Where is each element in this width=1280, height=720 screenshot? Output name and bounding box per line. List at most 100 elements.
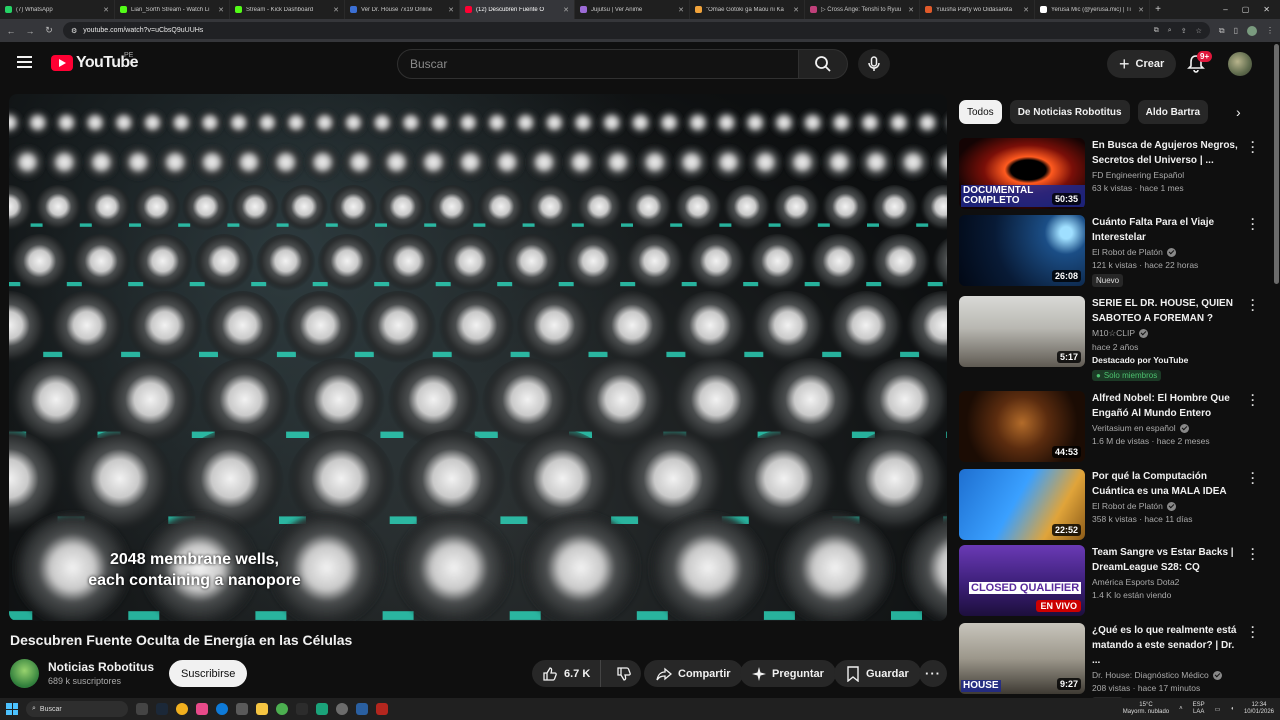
share-button[interactable]: Compartir xyxy=(644,660,743,687)
dislike-button[interactable] xyxy=(607,660,641,687)
menu-icon[interactable]: ⋮ xyxy=(1266,26,1274,35)
browser-tab[interactable]: "Omae Gotoki ga Maou ni Ka ✕ xyxy=(690,0,805,19)
video-thumbnail[interactable]: CLOSED QUALIFIER EN VIVO xyxy=(959,545,1085,616)
chrome-icon[interactable] xyxy=(276,703,288,715)
tab-close-icon[interactable]: ✕ xyxy=(333,6,339,14)
more-options-icon[interactable]: · · · xyxy=(1251,543,1255,565)
ask-button[interactable]: Preguntar xyxy=(740,660,836,687)
edge-icon[interactable] xyxy=(216,703,228,715)
tab-close-icon[interactable]: ✕ xyxy=(448,6,454,14)
save-button[interactable]: Guardar xyxy=(834,660,921,687)
video-thumbnail[interactable]: DOCUMENTAL COMPLETO 50:35 xyxy=(959,138,1085,209)
youtube-logo[interactable]: YouTube PE xyxy=(51,52,138,72)
browser-tab[interactable]: Yuusha Party wo Oidasareta ✕ xyxy=(920,0,1035,19)
recommended-video[interactable]: DOCUMENTAL COMPLETO 50:35 En Busca de Aguj… xyxy=(959,136,1264,210)
chip-todos[interactable]: Todos xyxy=(959,100,1002,124)
video-thumbnail[interactable]: 22:52 xyxy=(959,469,1085,540)
browser-tab[interactable]: Stream - Kick Dashboard ✕ xyxy=(230,0,345,19)
tab-close-icon[interactable]: ✕ xyxy=(103,6,109,14)
address-bar[interactable]: ⚙ youtube.com/watch?v=uCbsQ9uUUHs ⧉ ⌕ ⇪ … xyxy=(63,22,1210,39)
site-info-icon[interactable]: ⚙ xyxy=(71,27,77,35)
recommended-video[interactable]: 5:17 SERIE EL DR. HOUSE, QUIEN SABOTEO A … xyxy=(959,294,1264,381)
figma-icon[interactable] xyxy=(196,703,208,715)
browser-tab[interactable]: Yerusa Mic (@yerusa.mic) | Ti ✕ xyxy=(1035,0,1150,19)
more-options-icon[interactable]: · · · xyxy=(1251,389,1255,411)
reload-icon[interactable]: ↻ xyxy=(44,25,54,36)
more-options-icon[interactable]: · · · xyxy=(1251,621,1255,643)
more-actions-button[interactable]: ··· xyxy=(919,660,947,687)
voice-search-button[interactable] xyxy=(858,49,890,79)
app-icon[interactable] xyxy=(176,703,188,715)
recommended-video[interactable]: CLOSED QUALIFIER EN VIVO Team Sangre vs Es… xyxy=(959,543,1264,617)
video-thumbnail[interactable]: 26:08 xyxy=(959,215,1085,286)
recommended-video[interactable]: 44:53 Alfred Nobel: El Hombre Que Engañó … xyxy=(959,389,1264,463)
recommended-video[interactable]: HOUSE 9:27 ¿Qué es lo que realmente está m… xyxy=(959,621,1264,710)
back-icon[interactable]: ← xyxy=(6,26,16,36)
network-icon[interactable]: ▭ xyxy=(1215,706,1221,713)
browser-tab[interactable]: (7) WhatsApp ✕ xyxy=(0,0,115,19)
steam-icon-2[interactable] xyxy=(356,703,368,715)
forward-icon[interactable]: → xyxy=(25,26,35,36)
new-tab-button[interactable]: + xyxy=(1150,4,1166,15)
clock[interactable]: 12:34 10/01/2026 xyxy=(1244,702,1274,716)
maximize-icon[interactable]: ▢ xyxy=(1242,5,1250,14)
app-icon-3[interactable] xyxy=(376,703,388,715)
share-page-icon[interactable]: ⇪ xyxy=(1181,27,1187,35)
recommended-video[interactable]: 26:08 Cuánto Falta Para el Viaje Interest… xyxy=(959,213,1264,287)
language-indicator[interactable]: ESP LAA xyxy=(1193,702,1205,716)
tab-close-icon[interactable]: ✕ xyxy=(563,6,569,14)
close-window-icon[interactable]: ✕ xyxy=(1263,5,1270,14)
file-explorer-icon[interactable] xyxy=(256,703,268,715)
sidebar-icon[interactable]: ▯ xyxy=(1234,26,1238,35)
minimize-icon[interactable]: – xyxy=(1223,5,1227,14)
browser-tab[interactable]: Lian_Sorth Stream - Watch Li ✕ xyxy=(115,0,230,19)
store-icon[interactable] xyxy=(236,703,248,715)
profile-icon[interactable] xyxy=(1247,25,1257,36)
app-icon-2[interactable] xyxy=(316,703,328,715)
create-button[interactable]: + Crear xyxy=(1107,50,1177,78)
terminal-icon[interactable] xyxy=(296,703,308,715)
tab-close-icon[interactable]: ✕ xyxy=(1138,6,1144,14)
more-options-icon[interactable]: · · · xyxy=(1251,213,1255,235)
chevron-right-icon[interactable]: › xyxy=(1236,104,1241,120)
tab-close-icon[interactable]: ✕ xyxy=(1023,6,1029,14)
account-avatar[interactable] xyxy=(1228,52,1252,76)
video-thumbnail[interactable]: HOUSE 9:27 xyxy=(959,623,1085,694)
taskbar-search[interactable]: ⌕ Buscar xyxy=(26,701,128,717)
video-player[interactable]: 2048 membrane wells, each containing a n… xyxy=(9,94,947,621)
more-options-icon[interactable]: · · · xyxy=(1251,294,1255,316)
extensions-icon[interactable]: ⧉ xyxy=(1219,26,1225,36)
channel-avatar[interactable] xyxy=(10,659,39,688)
windows-start-icon[interactable] xyxy=(6,703,18,715)
video-thumbnail[interactable]: 44:53 xyxy=(959,391,1085,462)
task-view-icon[interactable] xyxy=(136,703,148,715)
tab-close-icon[interactable]: ✕ xyxy=(793,6,799,14)
video-thumbnail[interactable]: 5:17 xyxy=(959,296,1085,367)
obs-icon[interactable] xyxy=(336,703,348,715)
more-options-icon[interactable]: · · · xyxy=(1251,467,1255,489)
browser-tab[interactable]: Ver Dr. House 7x19 Online ✕ xyxy=(345,0,460,19)
recommended-video[interactable]: 22:52 Por qué la Computación Cuántica es … xyxy=(959,467,1264,541)
browser-tab[interactable]: ▷ Cross Ange: Tenshi to Ryuu ✕ xyxy=(805,0,920,19)
chip-channel[interactable]: De Noticias Robotitus xyxy=(1009,100,1130,124)
bookmark-star-icon[interactable]: ☆ xyxy=(1196,27,1202,35)
page-scrollbar[interactable] xyxy=(1274,44,1279,284)
menu-hamburger-icon[interactable] xyxy=(17,56,32,68)
volume-icon[interactable]: ◖ xyxy=(1230,706,1234,712)
subscribe-button[interactable]: Suscribirse xyxy=(169,660,248,687)
chip-aldo-bartra[interactable]: Aldo Bartra xyxy=(1137,100,1209,124)
install-icon[interactable]: ⧉ xyxy=(1154,27,1159,35)
steam-icon[interactable] xyxy=(156,703,168,715)
more-options-icon[interactable]: · · · xyxy=(1251,136,1255,158)
weather-widget[interactable]: 15°C Mayorm. nublado xyxy=(1123,702,1169,716)
browser-tab[interactable]: Jujutsu | Ver Anime ✕ xyxy=(575,0,690,19)
tab-close-icon[interactable]: ✕ xyxy=(678,6,684,14)
search-input[interactable] xyxy=(397,49,799,79)
like-button[interactable]: 6.7 K xyxy=(532,660,602,687)
tray-expand-icon[interactable]: ˄ xyxy=(1179,706,1183,712)
browser-tab[interactable]: (12) Descubren Fuente O ✕ xyxy=(460,0,575,19)
tab-close-icon[interactable]: ✕ xyxy=(218,6,224,14)
search-button[interactable] xyxy=(799,49,848,79)
channel-name[interactable]: Noticias Robotitus xyxy=(48,660,154,674)
tab-close-icon[interactable]: ✕ xyxy=(908,6,914,14)
